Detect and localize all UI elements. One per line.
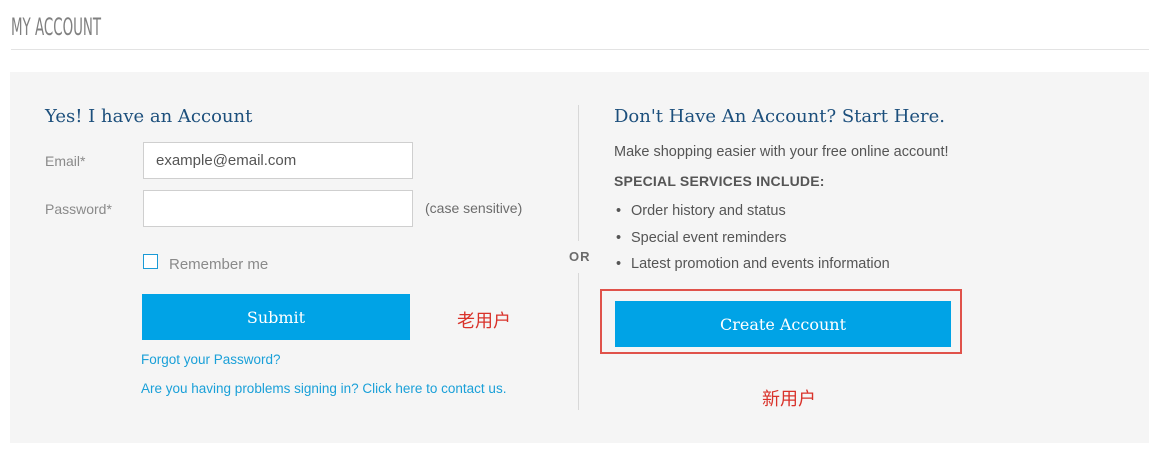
remember-me-label[interactable]: Remember me: [169, 256, 268, 273]
login-heading: Yes! I have an Account: [45, 106, 253, 127]
signup-intro: Make shopping easier with your free onli…: [614, 144, 949, 160]
signup-heading: Don't Have An Account? Start Here.: [614, 106, 946, 127]
page-title: MY ACCOUNT: [11, 13, 102, 41]
email-label: Email*: [45, 153, 86, 169]
submit-button[interactable]: Submit: [142, 294, 410, 340]
services-list-item: • Latest promotion and events information: [616, 256, 890, 283]
email-input[interactable]: [143, 142, 413, 179]
services-heading: SPECIAL SERVICES INCLUDE:: [614, 173, 825, 189]
bullet-icon: •: [616, 256, 622, 272]
title-divider: [11, 49, 1149, 50]
remember-me-checkbox[interactable]: [143, 254, 158, 269]
page: MY ACCOUNT Yes! I have an Account Email*…: [0, 0, 1157, 455]
bullet-icon: •: [616, 203, 622, 219]
service-label: Order history and status: [631, 203, 786, 219]
services-list-item: • Special event reminders: [616, 230, 890, 257]
services-list: • Order history and status • Special event…: [616, 203, 890, 283]
existing-user-annotation: 老用户: [457, 311, 511, 332]
column-divider-top: [578, 105, 579, 241]
create-account-button[interactable]: Create Account: [615, 301, 951, 347]
bullet-icon: •: [616, 229, 622, 246]
services-list-item: • Order history and status: [616, 203, 890, 230]
password-label: Password*: [45, 201, 112, 217]
forgot-password-link[interactable]: Forgot your Password?: [141, 352, 281, 367]
or-label: OR: [569, 249, 591, 264]
contact-us-link[interactable]: Are you having problems signing in? Clic…: [141, 381, 506, 396]
new-user-annotation: 新用户: [762, 389, 816, 410]
case-sensitive-note: (case sensitive): [425, 200, 523, 216]
service-label: Latest promotion and events information: [631, 256, 890, 272]
account-panel: Yes! I have an Account Email* Password* …: [10, 72, 1149, 443]
password-input[interactable]: [143, 190, 413, 227]
service-label: Special event reminders: [631, 229, 787, 246]
column-divider-bottom: [578, 273, 579, 410]
